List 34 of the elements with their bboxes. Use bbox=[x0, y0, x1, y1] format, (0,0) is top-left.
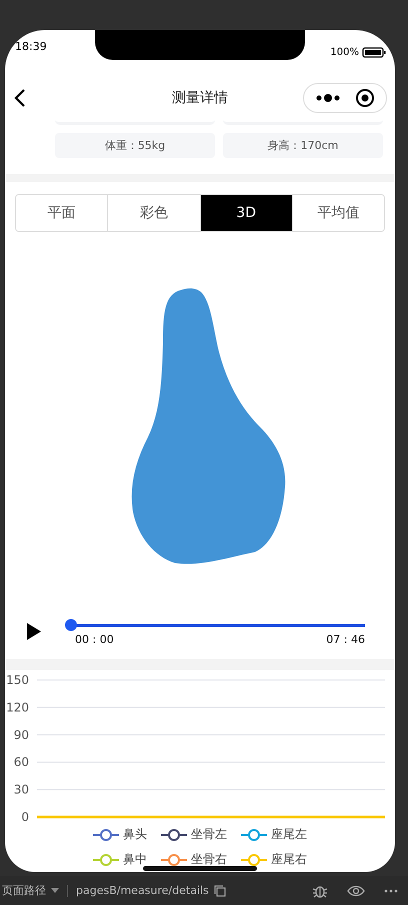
dropdown-icon[interactable] bbox=[51, 888, 59, 893]
y-tick-label: 90 bbox=[14, 728, 29, 742]
close-target-icon[interactable] bbox=[355, 88, 375, 108]
legend-label: 坐骨右 bbox=[191, 851, 227, 868]
page-path: pagesB/measure/details bbox=[76, 884, 209, 897]
legend-label: 鼻头 bbox=[123, 826, 147, 843]
y-tick-label: 0 bbox=[21, 810, 29, 822]
more-icon[interactable] bbox=[315, 92, 341, 102]
path-label[interactable]: 页面路径 bbox=[2, 883, 46, 898]
info-chip: 身高：170cm bbox=[223, 133, 383, 158]
battery-percent: 100% bbox=[330, 47, 359, 58]
status-time: 18:39 bbox=[15, 40, 47, 53]
copy-icon[interactable] bbox=[214, 884, 226, 896]
eye-icon[interactable] bbox=[347, 884, 365, 896]
slider-thumb[interactable] bbox=[65, 619, 77, 631]
view-tab[interactable]: 平面 bbox=[16, 195, 108, 231]
y-tick-label: 150 bbox=[6, 673, 29, 687]
battery-icon bbox=[362, 47, 386, 58]
y-tick-label: 60 bbox=[14, 755, 29, 770]
legend-label: 座尾右 bbox=[271, 851, 307, 868]
view-tab[interactable]: 3D bbox=[200, 195, 293, 231]
legend-label: 座尾左 bbox=[271, 826, 307, 843]
legend-label: 鼻中 bbox=[123, 851, 147, 868]
y-tick-label: 30 bbox=[14, 782, 29, 797]
page-title: 测量详情 bbox=[171, 88, 229, 106]
more-icon[interactable] bbox=[384, 888, 398, 892]
info-chip: 体重：55kg bbox=[55, 133, 215, 158]
total-time: 07 : 46 bbox=[326, 633, 365, 646]
back-icon[interactable] bbox=[14, 88, 26, 108]
legend-label: 坐骨左 bbox=[191, 826, 227, 843]
play-icon[interactable] bbox=[27, 623, 41, 640]
progress-slider[interactable] bbox=[65, 619, 365, 631]
current-time: 00 : 00 bbox=[75, 633, 114, 646]
y-tick-label: 120 bbox=[6, 700, 29, 714]
